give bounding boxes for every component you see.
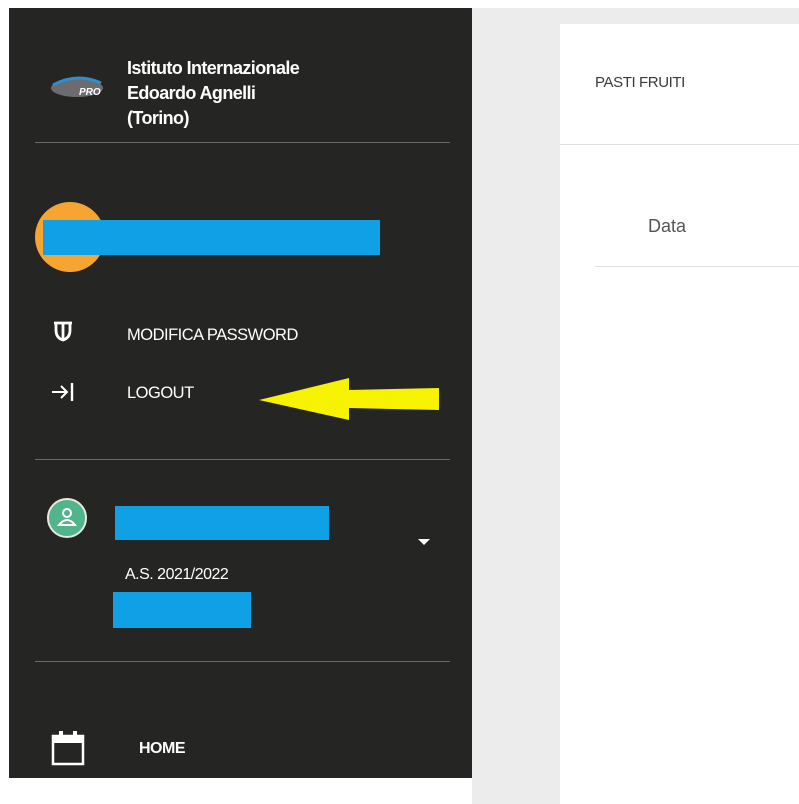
divider: [595, 266, 799, 267]
logout-icon: [50, 376, 80, 406]
redacted-class: [113, 592, 251, 628]
app-logo: PRO: [49, 68, 105, 108]
school-name-line: (Torino): [127, 108, 189, 128]
user-info: [35, 198, 455, 278]
menu-item-modifica-password[interactable]: MODIFICA PASSWORD: [35, 318, 435, 352]
divider: [560, 144, 799, 145]
school-year: A.S. 2021/2022: [125, 566, 229, 583]
pasti-fruiti-card: PASTI FRUITI Data: [560, 24, 799, 804]
chevron-down-icon[interactable]: [417, 533, 431, 545]
user-avatar-icon: [47, 498, 87, 538]
nav-item-home[interactable]: HOME: [35, 728, 335, 768]
school-name: Istituto Internazionale Edoardo Agnelli …: [127, 56, 427, 131]
school-name-line: Edoardo Agnelli: [127, 83, 256, 103]
school-name-line: Istituto Internazionale: [127, 58, 300, 78]
redacted-student-name: [115, 506, 329, 540]
card-title: PASTI FRUITI: [595, 74, 685, 91]
divider: [35, 661, 450, 662]
redacted-username: [43, 220, 380, 255]
divider: [35, 459, 450, 460]
table-column-header[interactable]: Data: [648, 216, 686, 237]
divider: [35, 142, 450, 143]
menu-item-label: MODIFICA PASSWORD: [127, 326, 298, 344]
annotation-arrow: [249, 374, 449, 424]
shield-icon: [50, 318, 80, 348]
nav-item-label: HOME: [139, 740, 186, 757]
logo-text: PRO: [79, 87, 101, 98]
calendar-icon: [49, 728, 89, 768]
profile-selector[interactable]: A.S. 2021/2022: [47, 498, 457, 638]
menu-item-label: LOGOUT: [127, 384, 194, 402]
